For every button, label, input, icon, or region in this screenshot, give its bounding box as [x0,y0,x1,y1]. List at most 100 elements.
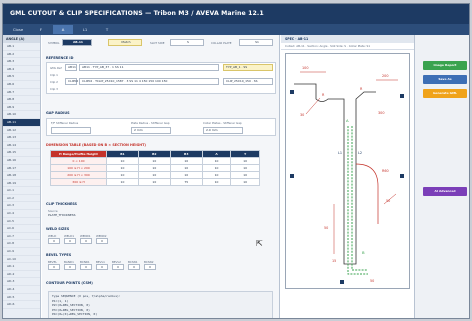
sidebar-item[interactable]: AB-18 [3,172,40,180]
sidebar-item[interactable]: AC-2 [3,195,40,203]
tab-l1[interactable]: L1 [75,25,95,34]
sidebar-item[interactable]: AC-8 [3,240,40,249]
value-cell[interactable]: 10 [106,178,139,186]
sidebar-item[interactable]: AB-14 [3,142,40,150]
sidebar-item[interactable]: AB-5 [3,73,40,81]
value-cell[interactable]: 10 [230,164,260,172]
ref-row3-code[interactable]: CLIP02 [65,78,78,85]
sidebar-item[interactable]: AB-12 [3,127,40,135]
bevel-field[interactable]: 0 [144,264,156,270]
value-cell[interactable]: 10 [137,157,171,165]
gap-f-field[interactable] [51,127,91,134]
value-cell[interactable]: 10 [201,157,232,165]
bevel-field[interactable]: 0 [48,264,60,270]
type-select[interactable]: Match [108,39,142,46]
tab-f[interactable]: F [31,25,51,34]
value-cell[interactable]: 10 [201,178,232,186]
sidebar-item[interactable]: AB-15 [3,149,40,157]
sidebar-item[interactable]: AD-4 [3,286,40,294]
value-cell[interactable]: 10 [106,157,139,165]
weld-field[interactable]: 0 [96,238,108,244]
sidebar-item[interactable]: AB-4 [3,66,40,74]
value-cell[interactable]: 10 [106,171,139,179]
weld-field[interactable]: 0 [80,238,92,244]
sidebar-item[interactable]: AD-5 [3,294,40,302]
value-cell[interactable]: 10 [230,171,260,179]
spec-form: SYMBOL AB-11 Match SLOT SIDE S COLLAR PL… [42,35,280,318]
table-row: 0 < 100 10 10 10 10 10 [50,157,260,165]
sidebar-item[interactable]: AB-8 [3,96,40,104]
value-cell[interactable]: 75 [169,178,203,186]
ref-row1-right[interactable]: TYP_AB_1 · SS [223,64,273,71]
sidebar-item[interactable]: AB-19 [3,180,40,188]
weld-field[interactable]: 0 [48,238,60,244]
sidebar-item[interactable]: AC-7 [3,233,40,241]
sidebar-item[interactable]: AD-2 [3,271,40,279]
value-cell[interactable]: 10 [169,171,203,179]
ai-advanced-button[interactable]: AI Advanced [423,187,467,196]
sidebar-item[interactable]: AB-2 [3,51,40,59]
bevel-field[interactable]: 0 [80,264,92,270]
sidebar-item[interactable]: AB-6 [3,81,40,89]
reference-box: GML Ref AB11 AB11 · TYP_AB_37 · 1 SS 11 … [46,62,276,94]
weld-field[interactable]: 0 [64,238,76,244]
sidebar-item[interactable]: AD-3 [3,278,40,286]
save-as-button[interactable]: Save As [423,75,467,84]
sidebar-item[interactable]: AC-6 [3,225,40,233]
bevel-field[interactable]: 0 [128,264,140,270]
collar-field[interactable]: S1 [239,39,273,46]
value-cell[interactable]: 10 [137,178,171,186]
sidebar-item[interactable]: AB-9 [3,104,40,112]
gap-collar-field[interactable]: 2.0 mm [203,127,243,134]
tab-t[interactable]: T [97,25,117,34]
value-cell[interactable]: 10 [169,157,203,165]
sidebar-item[interactable]: AB-1 [3,43,40,51]
bevel-field[interactable]: 0 [96,264,108,270]
sidebar-item[interactable]: AC-1 [3,187,40,195]
dim-label: 200 [382,74,388,78]
sidebar-item[interactable]: AC-9 [3,248,40,256]
ref-row3-right[interactable]: CLIP_25X10_150 · SS [223,78,273,85]
bevel-field[interactable]: 0 [112,264,124,270]
sidebar-item[interactable]: AD-6 [3,301,40,309]
dim-label: 50 [370,279,374,283]
image-report-button[interactable]: Image Report [423,61,467,70]
sidebar-item[interactable]: AC-4 [3,210,40,218]
sidebar-item[interactable]: AB-10 [3,111,40,119]
contour-code[interactable]: Type SEQUENCE (X pos, Y/alpha/radius): P… [48,291,273,318]
sidebar-item[interactable]: AB-16 [3,157,40,165]
sidebar-item[interactable]: AB-11 [3,118,40,127]
bevel-field[interactable]: 0 [64,264,76,270]
dimension-title: DIMENSION TABLE (BASED ON B × SECTION HE… [46,143,146,147]
generate-gml-button[interactable]: Generate GML [423,89,467,98]
cutout-drawing[interactable]: 100 200 300 R60 50 50 30 50 R R 15 A B L… [285,53,410,289]
gap-plate-field[interactable]: 2 mm [131,127,171,134]
tab-close[interactable]: Close [7,25,29,34]
sidebar-item[interactable]: AC-5 [3,218,40,226]
marker [340,280,344,284]
ref-row1-code[interactable]: AB11 [65,64,77,71]
value-cell[interactable]: 10 [106,164,139,172]
clip-value[interactable]: PLATE_THICKNESS [48,213,76,217]
sidebar-item[interactable]: AB-7 [3,89,40,97]
sidebar-item[interactable]: AC-3 [3,202,40,211]
sidebar-item[interactable]: AB-3 [3,58,40,66]
ref-row3-text[interactable]: CLIP02 · TCLIP_25X10_1587 · 3 SS 11 4 15… [79,78,219,85]
value-cell[interactable]: 10 [230,178,260,186]
slot-field[interactable]: S [170,39,204,46]
sidebar-item[interactable]: AB-13 [3,134,40,142]
tab-a[interactable]: A [53,25,73,34]
title-bar: GML CUTOUT & CLIP SPECIFICATIONS — Tribo… [3,4,469,24]
sidebar-item[interactable]: AD-1 [3,263,40,271]
value-cell[interactable]: 10 [201,171,232,179]
value-cell[interactable]: 10 [230,157,260,165]
value-cell[interactable]: 10 [137,171,171,179]
gap-box: F/F Stiffener Radius Plate Radius - Stif… [46,118,276,136]
symbol-field[interactable]: AB-11 [62,39,92,46]
sidebar-item[interactable]: AC-10 [3,256,40,264]
value-cell[interactable]: 10 [169,164,203,172]
ref-row1-text[interactable]: AB11 · TYP_AB_37 · 1 SS 11 [79,64,219,71]
sidebar-item[interactable]: AB-17 [3,165,40,173]
value-cell[interactable]: 10 [201,164,232,172]
value-cell[interactable]: 10 [137,164,171,172]
